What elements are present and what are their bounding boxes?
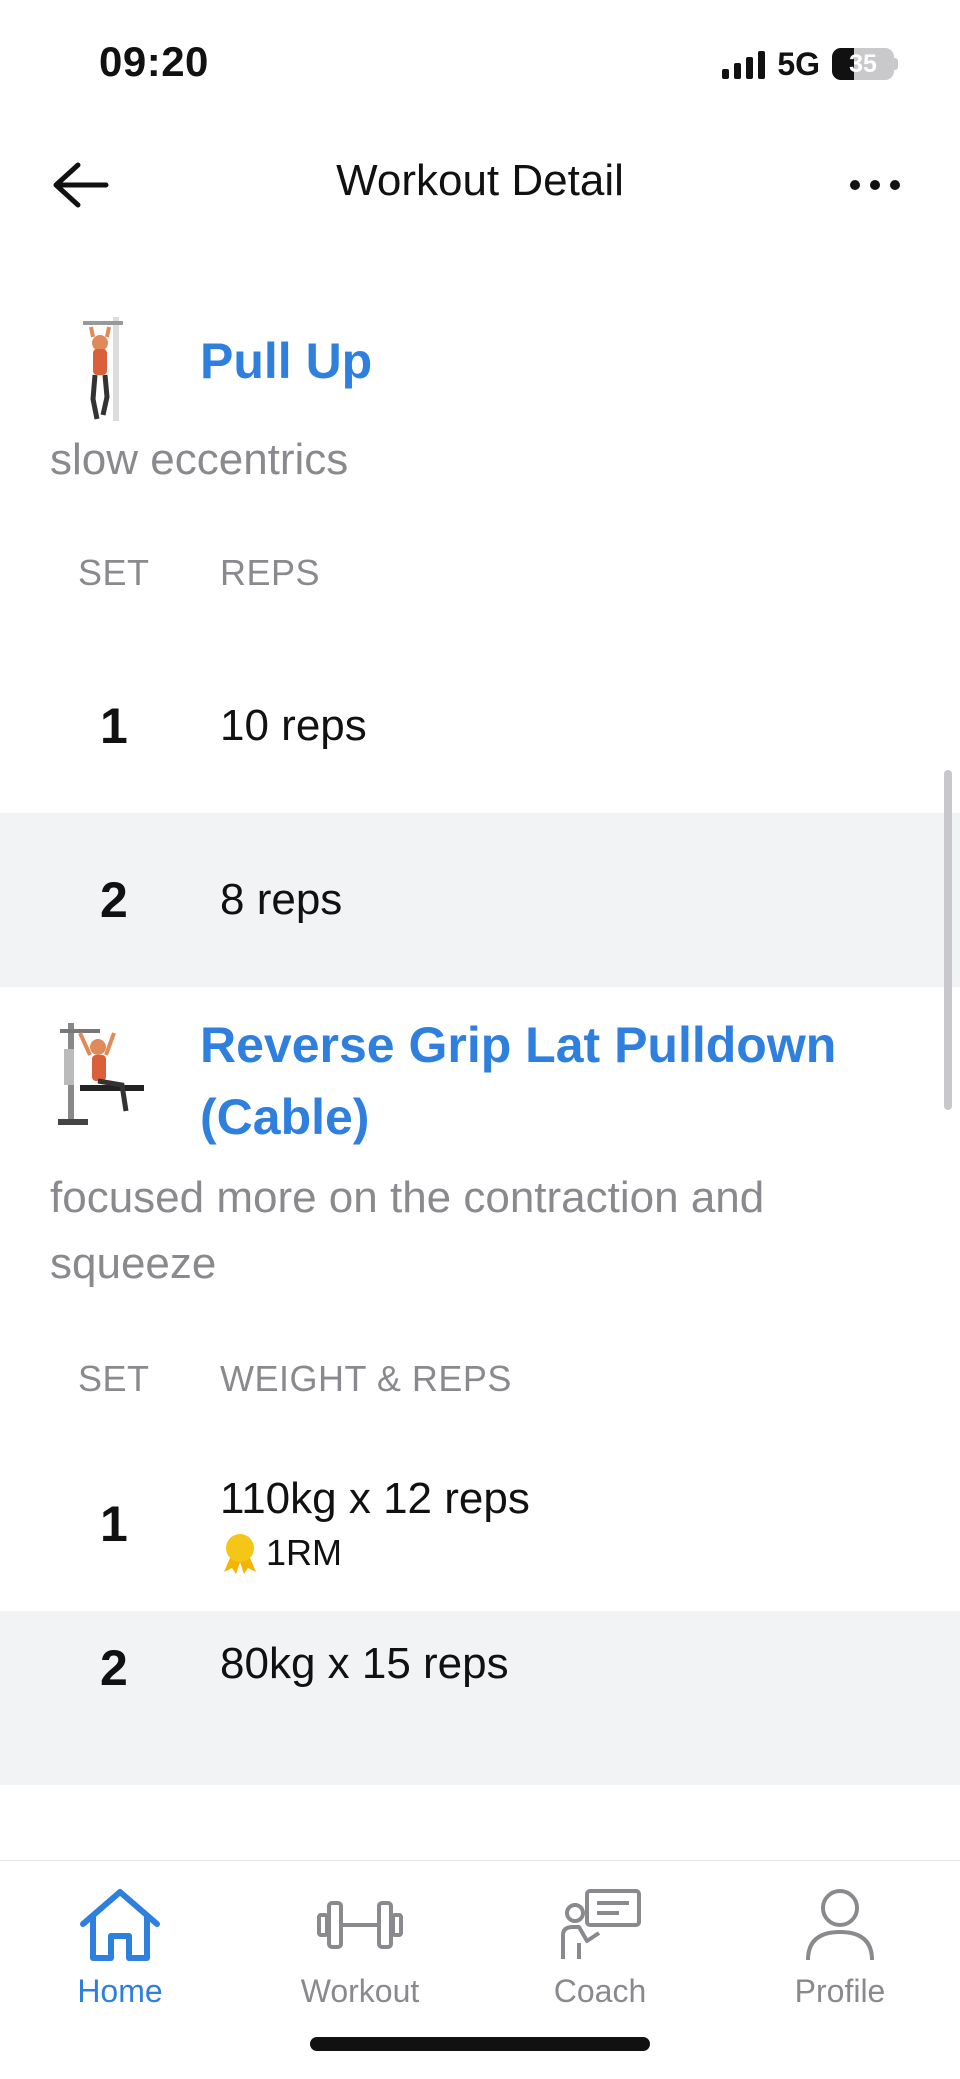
medal-icon: [224, 1534, 256, 1574]
more-dot-icon: [870, 180, 880, 190]
exercise-note-line: squeeze: [50, 1239, 217, 1288]
tab-label: Workout: [300, 1973, 420, 2009]
nav-header: Workout Detail: [0, 130, 960, 240]
exercise-thumbnail: [50, 315, 150, 425]
exercise-note: focused more on the contraction and sque…: [0, 1165, 960, 1297]
sets-column-header: SET WEIGHT & REPS: [0, 1349, 960, 1409]
network-label: 5G: [777, 45, 820, 82]
exercise-card: Reverse Grip Lat Pulldown (Cable) focuse…: [0, 987, 960, 1785]
set-value: 10 reps: [220, 701, 367, 750]
status-time: 09:20: [99, 38, 209, 85]
column-set: SET: [78, 1358, 150, 1399]
status-indicators: 5G 35: [722, 44, 898, 84]
set-value: 80kg x 15 reps: [220, 1639, 509, 1688]
status-bar: 09:20 5G 35: [0, 0, 960, 120]
set-number: 2: [100, 872, 128, 928]
set-value: 8 reps: [220, 875, 343, 924]
exercise-name[interactable]: Reverse Grip Lat Pulldown (Cable): [200, 1009, 836, 1153]
page-title: Workout Detail: [336, 156, 624, 205]
tab-label: Home: [77, 1973, 163, 2009]
more-dot-icon: [850, 180, 860, 190]
tab-coach[interactable]: Coach: [500, 1881, 700, 2010]
more-dot-icon: [890, 180, 900, 190]
scrollbar[interactable]: [944, 770, 952, 1110]
exercise-name-line: (Cable): [200, 1089, 370, 1145]
column-set: SET: [78, 552, 150, 593]
set-row[interactable]: 1 10 reps: [0, 639, 960, 813]
exercise-name-line: Reverse Grip Lat Pulldown: [200, 1017, 837, 1073]
tab-label: Coach: [553, 1973, 647, 2009]
set-row[interactable]: 2 8 reps: [0, 813, 960, 987]
pr-label: 1RM: [266, 1532, 343, 1573]
exercise-header[interactable]: Reverse Grip Lat Pulldown (Cable): [0, 987, 960, 1153]
profile-icon: [806, 1889, 874, 1961]
tab-workout[interactable]: Workout: [260, 1881, 460, 2010]
set-row[interactable]: 2 80kg x 15 reps: [0, 1611, 960, 1785]
set-number: 1: [100, 698, 128, 754]
home-icon: [80, 1889, 160, 1961]
column-reps: REPS: [220, 552, 321, 593]
set-number: 1: [100, 1496, 128, 1552]
tab-label: Profile: [794, 1973, 886, 2009]
signal-icon: [722, 49, 766, 79]
exercise-note-line: focused more on the contraction and: [50, 1173, 765, 1222]
tab-home[interactable]: Home: [20, 1881, 220, 2010]
sets-column-header: SET REPS: [0, 543, 960, 603]
column-weight-reps: WEIGHT & REPS: [220, 1358, 512, 1399]
coach-icon: [561, 1889, 641, 1959]
set-value: 110kg x 12 reps: [220, 1474, 530, 1523]
workout-content[interactable]: Pull Up slow eccentrics SET REPS 1 10 re…: [0, 260, 960, 1860]
tab-profile[interactable]: Profile: [740, 1881, 940, 2010]
set-row[interactable]: 1 110kg x 12 reps 1RM: [0, 1437, 960, 1611]
dumbbell-icon: [317, 1901, 403, 1949]
set-number: 2: [100, 1640, 128, 1696]
exercise-header[interactable]: Pull Up: [0, 260, 960, 425]
home-indicator: [310, 2037, 650, 2051]
more-options-button[interactable]: [840, 160, 910, 210]
exercise-thumbnail: [50, 1019, 150, 1129]
exercise-name[interactable]: Pull Up: [200, 325, 372, 397]
battery-level: 35: [849, 49, 877, 78]
pr-badge: 1RM: [220, 1532, 530, 1574]
exercise-note: slow eccentrics: [50, 435, 349, 484]
exercise-card: Pull Up slow eccentrics SET REPS 1 10 re…: [0, 260, 960, 987]
battery-icon: 35: [832, 48, 898, 80]
